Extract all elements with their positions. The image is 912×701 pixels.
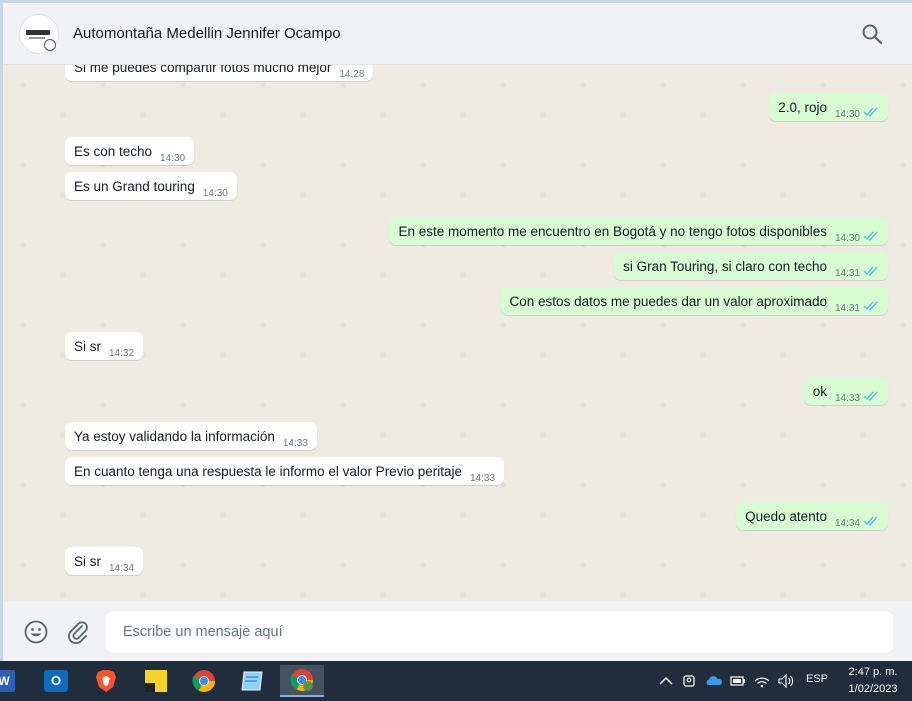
message-incoming[interactable]: Es un Grand touring 14:30 — [65, 172, 237, 200]
message-outgoing[interactable]: En este momento me encuentro en Bogotá y… — [389, 217, 888, 245]
clock-date: 1/02/2023 — [848, 683, 898, 695]
wifi-icon[interactable] — [753, 673, 771, 689]
message-time: 14:28 — [339, 69, 365, 80]
brave-browser-icon[interactable] — [86, 665, 126, 697]
onedrive-cloud-icon[interactable] — [705, 673, 723, 689]
message-time: 14:30 — [834, 233, 860, 244]
message-text: Si sr — [74, 339, 101, 354]
message-incoming[interactable]: Si me puedes compartir fotos mucho mejor… — [65, 65, 374, 81]
message-text: Es un Grand touring — [74, 179, 195, 194]
message-outgoing[interactable]: ok 14:33 — [803, 377, 888, 405]
message-incoming[interactable]: Si sr 14:32 — [65, 332, 144, 360]
message-time: 14:33 — [834, 393, 860, 404]
message-text: Si me puedes compartir fotos mucho mejor — [74, 65, 332, 75]
message-outgoing[interactable]: si Gran Touring, si claro con techo 14:31 — [614, 252, 888, 280]
message-text: ok — [812, 384, 827, 399]
read-ticks-icon — [863, 105, 879, 120]
message-text: En este momento me encuentro en Bogotá y… — [398, 224, 827, 239]
composer-bar — [3, 601, 912, 661]
message-time: 14:33 — [282, 438, 308, 449]
volume-icon[interactable] — [777, 673, 795, 689]
whatsapp-window: Automontaña Medellin Jennifer Ocampo Si … — [0, 0, 912, 661]
message-time: 14:30 — [160, 153, 186, 164]
message-time: 14:30 — [202, 188, 228, 199]
read-ticks-icon — [863, 264, 879, 279]
word-app-icon[interactable]: W — [0, 665, 24, 697]
language-indicator[interactable]: ESP — [806, 673, 828, 685]
message-text: Con estos datos me puedes dar un valor a… — [509, 294, 827, 309]
message-incoming[interactable]: Ya estoy validando la información 14:33 — [65, 422, 317, 450]
emoji-icon[interactable] — [23, 619, 49, 645]
contact-avatar[interactable] — [19, 13, 59, 54]
message-list[interactable]: Si me puedes compartir fotos mucho mejor… — [3, 65, 912, 601]
notepad-app-icon[interactable] — [232, 665, 272, 697]
read-ticks-icon — [863, 229, 879, 244]
message-text: si Gran Touring, si claro con techo — [623, 259, 827, 274]
battery-icon[interactable] — [729, 673, 747, 689]
sticky-notes-icon[interactable] — [136, 665, 176, 697]
message-outgoing[interactable]: Con estos datos me puedes dar un valor a… — [500, 287, 888, 315]
contact-name[interactable]: Automontaña Medellin Jennifer Ocampo — [73, 25, 341, 42]
read-ticks-icon — [863, 299, 879, 314]
message-text: Ya estoy validando la información — [74, 429, 275, 444]
message-outgoing[interactable]: Quedo atento 14:34 — [736, 502, 888, 530]
message-time: 14:31 — [834, 268, 860, 279]
message-time: 14:33 — [469, 473, 496, 484]
chrome-profile-app-icon[interactable] — [280, 665, 324, 697]
read-ticks-icon — [863, 514, 879, 529]
message-text: 2.0, rojo — [778, 100, 827, 115]
search-icon[interactable] — [860, 22, 884, 46]
meet-now-icon[interactable] — [681, 673, 699, 689]
message-time: 14:30 — [834, 109, 860, 120]
message-time: 14:32 — [109, 348, 135, 359]
message-incoming[interactable]: Es con techo 14:30 — [65, 137, 195, 165]
paperclip-icon[interactable] — [65, 619, 91, 645]
taskbar-clock[interactable]: 2:47 p. m. 1/02/2023 — [840, 664, 906, 698]
message-outgoing[interactable]: 2.0, rojo 14:30 — [769, 93, 888, 121]
chat-header: Automontaña Medellin Jennifer Ocampo — [3, 3, 912, 65]
chevron-up-icon[interactable] — [657, 673, 675, 689]
message-text: Quedo atento — [745, 509, 827, 524]
message-text: En cuanto tenga una respuesta le informo… — [74, 464, 462, 479]
message-time: 14:31 — [834, 303, 860, 314]
message-time: 14:34 — [109, 563, 135, 574]
message-incoming[interactable]: En cuanto tenga una respuesta le informo… — [65, 457, 505, 485]
message-text: Si sr — [74, 554, 101, 569]
clock-time: 2:47 p. m. — [848, 666, 898, 678]
message-input[interactable] — [106, 611, 893, 653]
message-text: Es con techo — [74, 144, 153, 159]
read-ticks-icon — [863, 389, 879, 404]
message-incoming[interactable]: Si sr 14:34 — [65, 547, 144, 575]
message-time: 14:34 — [834, 518, 860, 529]
chrome-browser-icon[interactable] — [184, 665, 224, 697]
windows-taskbar: W O ESP 2:47 p. m. 1/02/2023 — [0, 661, 912, 701]
outlook-app-icon[interactable]: O — [36, 665, 76, 697]
